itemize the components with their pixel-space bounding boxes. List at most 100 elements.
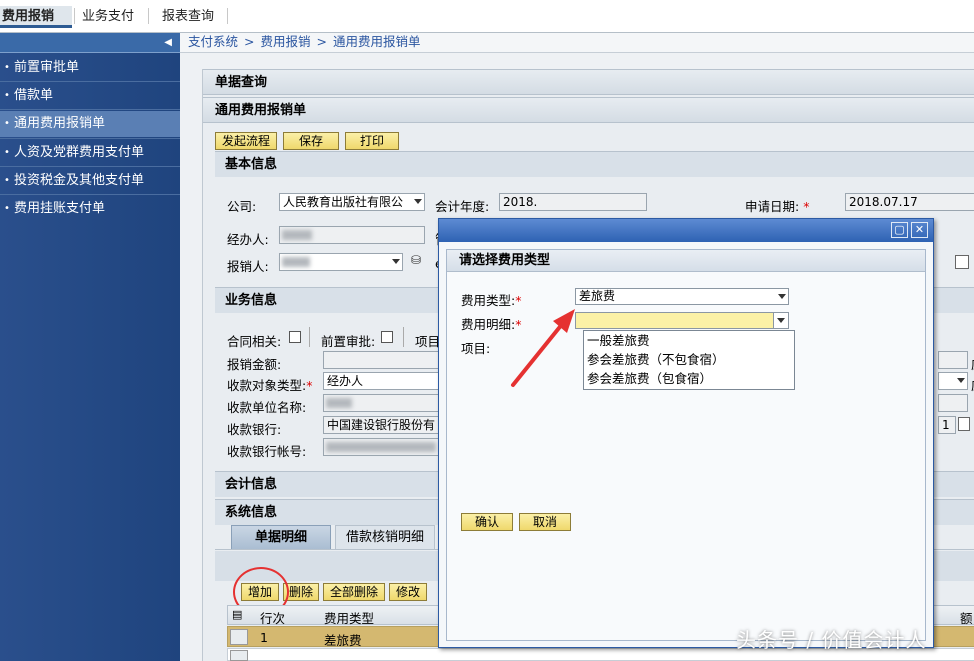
tab-loan-writeoff[interactable]: 借款核销明细 xyxy=(335,525,435,549)
sidebar-item-hr-party[interactable]: • 人资及党群费用支付单 xyxy=(0,140,180,166)
divider xyxy=(0,81,180,82)
sidebar-item-general-expense[interactable]: • 通用费用报销单 xyxy=(0,111,180,137)
triangle-left-icon[interactable]: ◀ xyxy=(164,37,172,48)
redacted-text xyxy=(282,230,312,240)
calculator-icon[interactable] xyxy=(958,417,970,431)
save-button[interactable]: 保存 xyxy=(283,132,339,150)
bullet-icon: • xyxy=(4,90,10,101)
chevron-down-icon xyxy=(392,259,400,264)
bullet-icon: • xyxy=(4,203,10,214)
amount-field xyxy=(323,351,443,369)
apply-date-label: 申请日期: * xyxy=(745,196,809,215)
expense-type-dialog: ▢ ✕ 请选择费用类型 费用类型:* 差旅费 费用明细:* 项目: 一般差旅费 … xyxy=(438,218,934,648)
section-basic-info[interactable]: 基本信息 xyxy=(215,151,974,177)
annotation-arrow xyxy=(511,309,575,387)
breadcrumb: 支付系统 > 费用报销 > 通用费用报销单 xyxy=(180,33,974,53)
breadcrumb-separator: > xyxy=(316,34,327,49)
divider xyxy=(403,327,404,347)
preapproval-checkbox[interactable] xyxy=(381,331,393,343)
project-label: 项目 xyxy=(415,334,441,349)
company-select[interactable]: 人民教育出版社有限公 xyxy=(279,193,425,211)
sidebar-item-label: 人资及党群费用支付单 xyxy=(14,145,145,160)
bullet-icon: • xyxy=(4,62,10,73)
chevron-down-icon xyxy=(957,378,965,383)
breadcrumb-separator: > xyxy=(244,34,255,49)
apply-date-label-text: 申请日期: xyxy=(745,199,800,214)
sidebar-item-label: 投资税金及其他支付单 xyxy=(14,173,145,188)
cancel-button[interactable]: 取消 xyxy=(519,513,571,531)
payee-type-label: 收款对象类型:* xyxy=(227,375,312,394)
sidebar-item-investment-tax[interactable]: • 投资税金及其他支付单 xyxy=(0,168,180,194)
delete-all-button[interactable]: 全部删除 xyxy=(323,583,385,601)
bullet-icon: • xyxy=(4,118,10,129)
watermark: 头条号 / 价值会计人 xyxy=(736,628,927,652)
row-selector[interactable] xyxy=(230,650,248,661)
chevron-down-icon xyxy=(777,318,785,323)
divider xyxy=(0,109,180,110)
bank-field: 中国建设银行股份有 xyxy=(323,416,443,434)
payee-type-select-right[interactable] xyxy=(938,372,968,390)
payee-type-select[interactable]: 经办人 xyxy=(323,372,443,390)
panel-form-title: 通用费用报销单 xyxy=(203,97,974,123)
tab-document-detail[interactable]: 单据明细 xyxy=(231,525,331,549)
option-conference-travel-board[interactable]: 参会差旅费（包食宿） xyxy=(587,369,712,389)
payee-name-label: 收款单位名称: xyxy=(227,400,307,415)
sidebar: ◀ • 前置审批单 • 借款单 • 通用费用报销单 • 人资及党群费用支付单 • 投资税金… xyxy=(0,33,180,661)
expense-detail-select[interactable] xyxy=(575,312,789,329)
tab-report-query[interactable]: 报表查询 xyxy=(162,6,214,28)
submit-flow-button[interactable]: 发起流程 xyxy=(215,132,277,150)
binoculars-icon[interactable]: ⛁ xyxy=(411,253,425,269)
payee-name-field-right xyxy=(938,394,968,412)
maximize-icon[interactable]: ▢ xyxy=(891,222,908,238)
dialog-titlebar[interactable]: ▢ ✕ xyxy=(439,219,933,242)
handler-label: 经办人: xyxy=(227,232,269,247)
amount-field-right xyxy=(938,351,968,369)
option-conference-travel-no-board[interactable]: 参会差旅费（不包食宿） xyxy=(587,350,725,370)
redacted-text xyxy=(326,442,436,452)
claimant-select[interactable] xyxy=(279,253,403,271)
breadcrumb-item[interactable]: 费用报销 xyxy=(261,34,311,49)
print-button[interactable]: 打印 xyxy=(345,132,399,150)
copy-icon[interactable] xyxy=(955,255,969,269)
tab-business-payment[interactable]: 业务支付 xyxy=(82,6,134,28)
redacted-text xyxy=(326,398,352,408)
contract-checkbox[interactable] xyxy=(289,331,301,343)
dropdown-button[interactable] xyxy=(773,313,788,328)
preapproval-label: 前置审批: xyxy=(321,334,376,349)
breadcrumb-item[interactable]: 通用费用报销单 xyxy=(333,34,421,49)
sidebar-item-accrual[interactable]: • 费用挂账支付单 xyxy=(0,196,180,222)
sidebar-collapse-bar[interactable]: ◀ xyxy=(0,33,180,53)
company-label: 公司: xyxy=(227,199,257,214)
company-value: 人民教育出版社有限公 xyxy=(283,195,404,209)
breadcrumb-item[interactable]: 支付系统 xyxy=(188,34,238,49)
bank-field-right: 1 xyxy=(938,416,956,434)
top-navigation: 费用报销 业务支付 报表查询 xyxy=(0,0,974,33)
divider xyxy=(0,194,180,195)
divider xyxy=(0,138,180,139)
sidebar-item-loan[interactable]: • 借款单 xyxy=(0,83,180,109)
account-label: 收款银行帐号: xyxy=(227,444,307,459)
close-icon[interactable]: ✕ xyxy=(911,222,928,238)
panel-query[interactable]: 单据查询 xyxy=(203,69,974,95)
row-selector[interactable] xyxy=(230,629,248,645)
bullet-icon: • xyxy=(4,147,10,158)
apply-date-field[interactable]: 2018.07.17 xyxy=(845,193,974,211)
expense-type-select[interactable]: 差旅费 xyxy=(575,288,789,305)
tab-expense-claim[interactable]: 费用报销 xyxy=(0,6,72,28)
divider xyxy=(0,166,180,167)
divider xyxy=(309,327,310,347)
required-mark: * xyxy=(306,378,313,393)
tab-divider xyxy=(74,8,75,24)
sidebar-item-label: 费用挂账支付单 xyxy=(14,201,106,216)
handler-field xyxy=(279,226,425,244)
amount-label: 报销金额: xyxy=(227,357,282,372)
fiscal-year-label: 会计年度: xyxy=(435,199,490,214)
table-settings-icon[interactable]: ▤ xyxy=(232,608,242,621)
modify-button[interactable]: 修改 xyxy=(389,583,427,601)
option-general-travel[interactable]: 一般差旅费 xyxy=(587,331,650,351)
expense-type-value: 差旅费 xyxy=(579,289,616,303)
sidebar-item-label: 借款单 xyxy=(14,88,54,103)
project-label: 项目: xyxy=(461,341,491,356)
sidebar-item-preapproval[interactable]: • 前置审批单 xyxy=(0,55,180,81)
confirm-button[interactable]: 确认 xyxy=(461,513,513,531)
